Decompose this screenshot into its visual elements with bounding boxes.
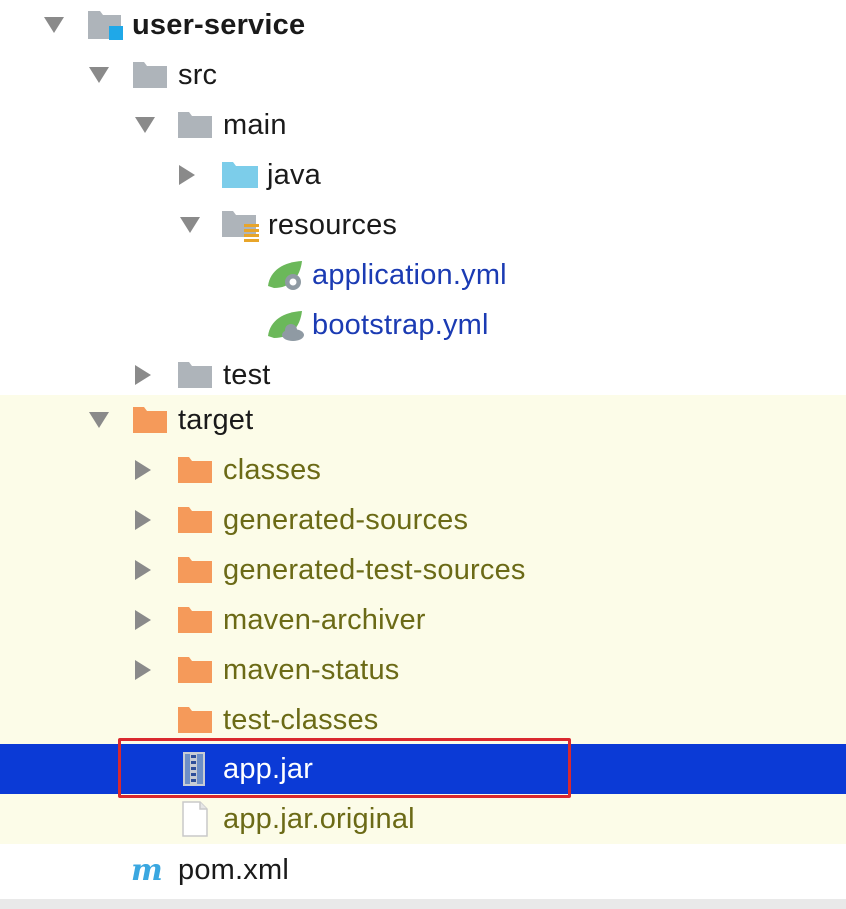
svg-text:m: m xyxy=(131,855,163,885)
expand-arrow-right-icon[interactable] xyxy=(131,350,155,400)
folder-icon xyxy=(132,50,172,100)
expand-arrow-right-icon[interactable] xyxy=(131,545,155,595)
tree-node-label: generated-sources xyxy=(223,504,469,536)
tree-node-classes[interactable]: classes xyxy=(0,445,846,495)
tree-node-test-classes[interactable]: test-classes xyxy=(0,695,846,745)
tree-node-label: resources xyxy=(268,209,398,241)
maven-file-icon: m xyxy=(130,845,170,895)
tree-node-test[interactable]: test xyxy=(0,350,846,400)
expand-arrow-down-icon[interactable] xyxy=(87,50,111,100)
tree-node-label: maven-archiver xyxy=(223,604,426,636)
jar-archive-icon xyxy=(180,744,220,794)
expand-arrow-down-icon[interactable] xyxy=(133,100,157,150)
tree-node-maven-status[interactable]: maven-status xyxy=(0,645,846,695)
bottom-divider xyxy=(0,899,846,909)
tree-node-app-jar[interactable]: app.jar xyxy=(0,744,846,794)
tree-node-label: application.yml xyxy=(312,259,507,291)
excluded-folder-icon xyxy=(177,445,217,495)
tree-node-java[interactable]: java xyxy=(0,150,846,200)
tree-node-label: classes xyxy=(223,454,322,486)
tree-node-application-yml[interactable]: application.yml xyxy=(0,250,846,300)
excluded-folder-icon xyxy=(177,595,217,645)
tree-node-label: app.jar xyxy=(223,753,314,785)
expand-arrow-right-icon[interactable] xyxy=(131,445,155,495)
tree-node-resources[interactable]: resources xyxy=(0,200,846,250)
tree-node-label: generated-test-sources xyxy=(223,554,526,586)
tree-node-label: java xyxy=(267,159,321,191)
tree-node-user-service[interactable]: user-service xyxy=(0,0,846,50)
expand-arrow-right-icon[interactable] xyxy=(131,595,155,645)
tree-node-label: main xyxy=(223,109,287,141)
source-folder-icon xyxy=(221,150,261,200)
tree-node-bootstrap-yml[interactable]: bootstrap.yml xyxy=(0,300,846,350)
excluded-folder-icon xyxy=(132,395,172,445)
expand-arrow-right-icon[interactable] xyxy=(175,150,199,200)
tree-node-generated-sources[interactable]: generated-sources xyxy=(0,495,846,545)
excluded-folder-icon xyxy=(177,545,217,595)
spring-config-gear-icon xyxy=(266,250,306,300)
tree-node-label: app.jar.original xyxy=(223,803,415,835)
tree-node-generated-test-sources[interactable]: generated-test-sources xyxy=(0,545,846,595)
resources-folder-icon xyxy=(221,200,261,250)
project-tree: user-service src main java resources app… xyxy=(0,0,846,909)
tree-node-label: user-service xyxy=(132,9,306,41)
tree-node-label: test-classes xyxy=(223,704,379,736)
tree-node-label: test xyxy=(223,359,271,391)
excluded-folder-icon xyxy=(177,695,217,745)
tree-node-pom-xml[interactable]: m pom.xml xyxy=(0,845,846,895)
expand-arrow-down-icon[interactable] xyxy=(178,200,202,250)
module-folder-icon xyxy=(87,0,127,50)
expand-arrow-down-icon[interactable] xyxy=(42,0,66,50)
file-icon xyxy=(180,794,220,844)
tree-node-label: src xyxy=(178,59,218,91)
tree-node-label: bootstrap.yml xyxy=(312,309,489,341)
folder-icon xyxy=(177,100,217,150)
expand-arrow-down-icon[interactable] xyxy=(87,395,111,445)
tree-node-label: maven-status xyxy=(223,654,400,686)
expand-arrow-right-icon[interactable] xyxy=(131,495,155,545)
expand-arrow-right-icon[interactable] xyxy=(131,645,155,695)
excluded-folder-icon xyxy=(177,645,217,695)
excluded-folder-icon xyxy=(177,495,217,545)
folder-icon xyxy=(177,350,217,400)
tree-node-main[interactable]: main xyxy=(0,100,846,150)
tree-node-label: pom.xml xyxy=(178,854,289,886)
spring-config-cloud-icon xyxy=(266,300,306,350)
tree-node-app-jar-original[interactable]: app.jar.original xyxy=(0,794,846,844)
tree-node-target[interactable]: target xyxy=(0,395,846,445)
tree-node-src[interactable]: src xyxy=(0,50,846,100)
tree-node-maven-archiver[interactable]: maven-archiver xyxy=(0,595,846,645)
tree-node-label: target xyxy=(178,404,254,436)
